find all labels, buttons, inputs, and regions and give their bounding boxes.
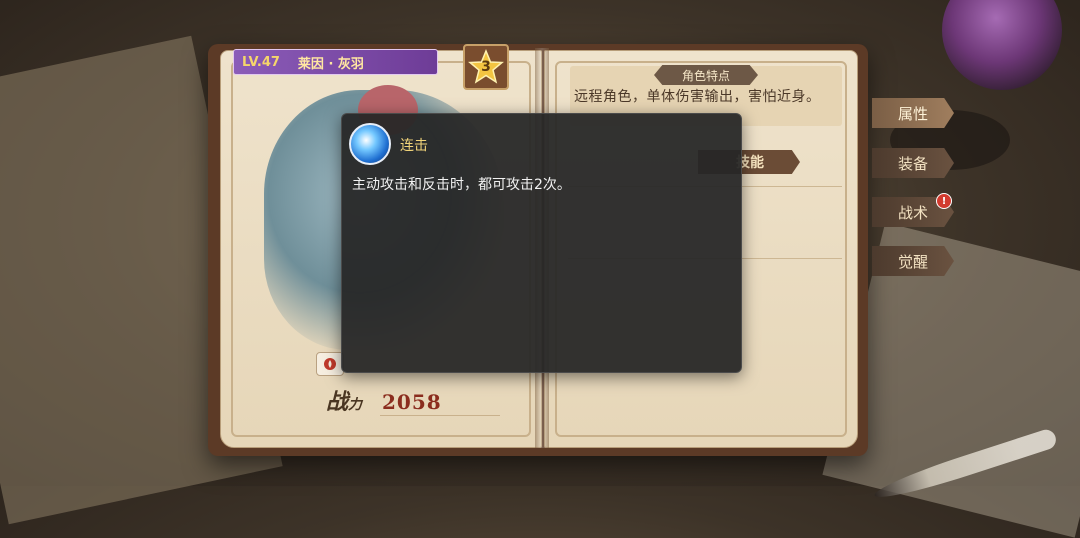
character-header: LV.47 莱因 · 灰羽: [233, 49, 438, 75]
skill-tooltip[interactable]: 连击 主动攻击和反击时，都可攻击2次。: [341, 113, 742, 373]
character-name: 莱因 · 灰羽: [297, 56, 364, 72]
combo-skill-icon: [349, 123, 391, 165]
power-label-main: 战: [326, 389, 349, 415]
skill-name: 连击: [400, 138, 428, 154]
star-rank-badge: 3: [463, 44, 509, 90]
power-label-sub: 力: [348, 397, 363, 413]
crystal-orb-decoration: [942, 0, 1062, 90]
skill-description: 主动攻击和反击时，都可攻击2次。: [352, 177, 571, 193]
combat-power: 战力 2058: [326, 384, 442, 416]
level-label: LV.47: [242, 54, 280, 70]
tab-awakening[interactable]: 觉醒: [872, 246, 954, 276]
star-count: 3: [481, 59, 491, 75]
tab-attributes[interactable]: 属性: [872, 98, 954, 128]
tab-equipment[interactable]: 装备: [872, 148, 954, 178]
alert-badge: !: [936, 193, 952, 209]
divider: [380, 415, 500, 416]
trait-section-title: 角色特点: [654, 65, 758, 85]
trait-text: 远程角色，单体伤害输出，害怕近身。: [574, 89, 821, 105]
power-value: 2058: [382, 390, 442, 414]
element-icon[interactable]: [316, 352, 344, 376]
